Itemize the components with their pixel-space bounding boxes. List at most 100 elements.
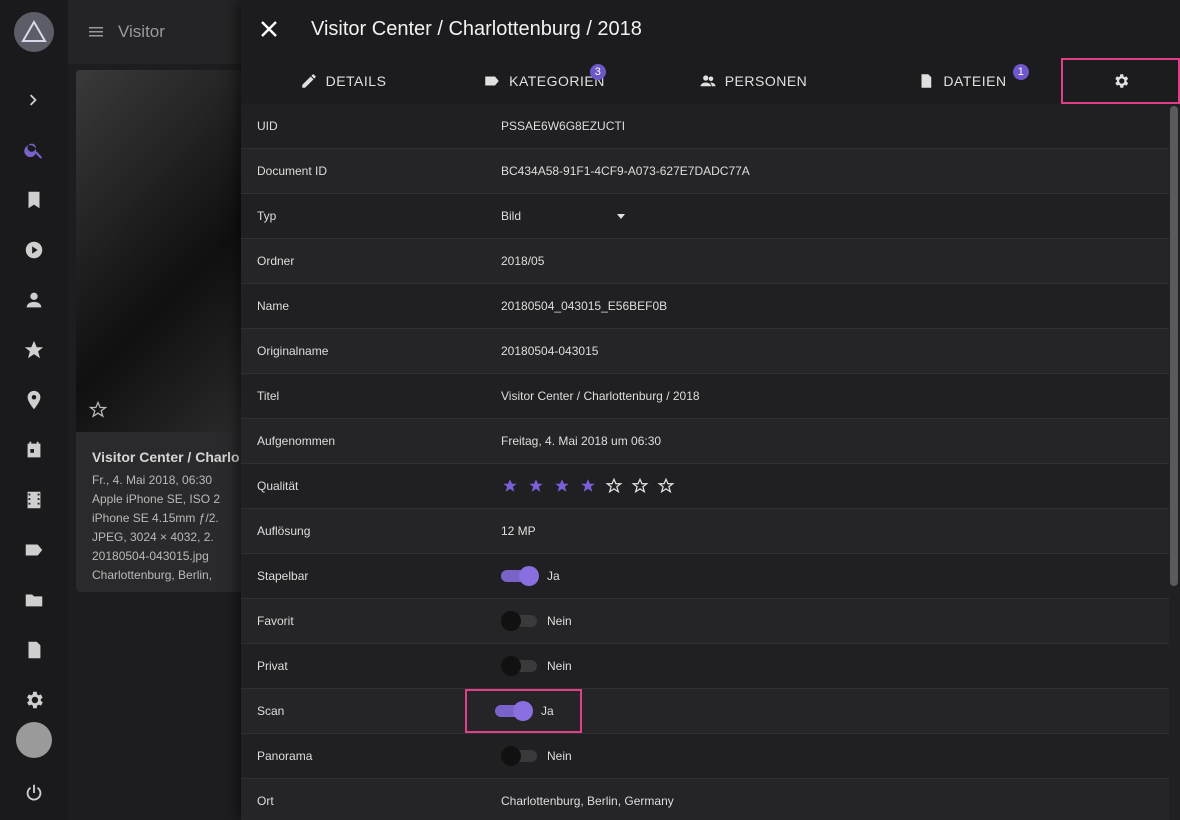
panorama-toggle[interactable]	[501, 746, 539, 766]
scrollbar[interactable]	[1170, 106, 1178, 586]
scan-toggle[interactable]	[495, 701, 533, 721]
photo-thumbnail[interactable]	[76, 70, 248, 432]
star-outline-icon[interactable]	[605, 477, 623, 495]
table-row: Stapelbar Ja	[241, 554, 1169, 599]
card-title: Visitor Center / Charlo	[92, 449, 240, 465]
type-select[interactable]: Bild	[501, 209, 626, 223]
card-info: Visitor Center / Charlo Fr., 4. Mai 2018…	[92, 448, 240, 585]
document-id-value: BC434A58-91F1-4CF9-A073-627E7DADC77A	[501, 164, 750, 178]
table-row: Name 20180504_043015_E56BEF0B	[241, 284, 1169, 329]
table-row: Titel Visitor Center / Charlottenburg / …	[241, 374, 1169, 419]
star-filled-icon[interactable]	[527, 477, 545, 495]
card-line: iPhone SE 4.15mm ƒ/2.	[92, 511, 219, 525]
toggle-label: Ja	[541, 704, 554, 718]
resolution-value: 12 MP	[501, 524, 536, 538]
toolbar-title: Visitor	[118, 22, 165, 41]
folder-value[interactable]: 2018/05	[501, 254, 1169, 268]
originalname-value[interactable]: 20180504-043015	[501, 344, 1169, 358]
film-icon[interactable]	[14, 482, 54, 518]
dialog-header: Visitor Center / Charlottenburg / 2018	[241, 0, 1180, 58]
location-value[interactable]: Charlottenburg, Berlin, Germany	[501, 794, 1169, 808]
table-row: Ordner 2018/05	[241, 239, 1169, 284]
search-toolbar: Visitor	[68, 0, 248, 64]
star-filled-icon[interactable]	[553, 477, 571, 495]
row-key: Qualität	[257, 479, 299, 493]
table-row: Qualität	[241, 464, 1169, 509]
toggle-label: Ja	[547, 569, 560, 583]
person-icon[interactable]	[14, 282, 54, 318]
card-line: Fr., 4. Mai 2018, 06:30	[92, 473, 213, 487]
app-logo[interactable]	[14, 12, 54, 52]
tab-bar: DETAILS KATEGORIEN 3 PERSONEN DATEIEN 1	[241, 58, 1180, 104]
dialog-title: Visitor Center / Charlottenburg / 2018	[311, 17, 642, 40]
settings-gear-icon[interactable]	[14, 682, 54, 718]
table-row: Privat Nein	[241, 644, 1169, 689]
star-filled-icon[interactable]	[501, 477, 519, 495]
edit-dialog: Visitor Center / Charlottenburg / 2018 D…	[241, 0, 1180, 820]
tab-kategorien[interactable]: KATEGORIEN 3	[445, 58, 643, 104]
taken-value[interactable]: Freitag, 4. Mai 2018 um 06:30	[501, 434, 1169, 448]
card-line: 20180504-043015.jpg	[92, 549, 209, 563]
favorite-toggle[interactable]	[501, 611, 539, 631]
row-key: Auflösung	[257, 524, 311, 538]
files-icon[interactable]	[14, 632, 54, 668]
row-key: Typ	[257, 209, 277, 223]
tab-personen[interactable]: PERSONEN	[643, 58, 863, 104]
favorite-star-icon[interactable]	[88, 400, 108, 420]
row-key: Stapelbar	[257, 569, 309, 583]
private-toggle[interactable]	[501, 656, 539, 676]
close-icon[interactable]	[257, 17, 281, 41]
details-table: UID PSSAE6W6G8EZUCTI Document ID BC434A5…	[241, 104, 1169, 820]
card-line: Apple iPhone SE, ISO 2	[92, 492, 221, 506]
star-outline-icon[interactable]	[631, 477, 649, 495]
table-row: Scan Ja	[241, 689, 1169, 734]
table-row: Aufgenommen Freitag, 4. Mai 2018 um 06:3…	[241, 419, 1169, 464]
stackable-toggle[interactable]	[501, 566, 539, 586]
photo-card[interactable]: Visitor Center / Charlo Fr., 4. Mai 2018…	[76, 70, 248, 592]
row-key: Titel	[257, 389, 280, 403]
table-row: Typ Bild	[241, 194, 1169, 239]
toggle-label: Nein	[547, 659, 572, 673]
tab-details[interactable]: DETAILS	[241, 58, 445, 104]
tab-label: DATEIEN	[943, 73, 1007, 89]
toggle-label: Nein	[547, 749, 572, 763]
tab-dateien[interactable]: DATEIEN 1	[863, 58, 1061, 104]
search-icon[interactable]	[14, 132, 54, 168]
chevron-down-icon	[617, 213, 626, 219]
quality-rating[interactable]	[501, 477, 683, 495]
row-key: UID	[257, 119, 278, 133]
expand-chevron-icon[interactable]	[14, 82, 54, 118]
row-key: Privat	[257, 659, 288, 673]
folder-icon[interactable]	[14, 582, 54, 618]
pencil-icon	[301, 74, 316, 88]
calendar-icon[interactable]	[14, 432, 54, 468]
file-icon	[921, 74, 932, 88]
place-icon[interactable]	[14, 382, 54, 418]
row-key: Originalname	[257, 344, 329, 358]
star-icon[interactable]	[14, 332, 54, 368]
name-value[interactable]: 20180504_043015_E56BEF0B	[501, 299, 1169, 313]
star-outline-icon[interactable]	[657, 477, 675, 495]
tab-label: PERSONEN	[724, 73, 808, 89]
table-row: Document ID BC434A58-91F1-4CF9-A073-627E…	[241, 149, 1169, 194]
table-row: UID PSSAE6W6G8EZUCTI	[241, 104, 1169, 149]
star-filled-icon[interactable]	[579, 477, 597, 495]
row-key: Ordner	[257, 254, 295, 268]
bookmark-icon[interactable]	[14, 182, 54, 218]
filter-icon[interactable]	[88, 24, 104, 40]
table-row: Panorama Nein	[241, 734, 1169, 779]
sidebar	[0, 0, 68, 820]
tab-advanced[interactable]	[1061, 58, 1180, 104]
power-icon[interactable]	[14, 775, 54, 811]
uid-value: PSSAE6W6G8EZUCTI	[501, 119, 626, 133]
category-count-badge: 3	[590, 64, 606, 80]
avatar[interactable]	[16, 722, 52, 758]
card-line: Charlottenburg, Berlin,	[92, 568, 213, 582]
title-value[interactable]: Visitor Center / Charlottenburg / 2018	[501, 389, 1169, 403]
row-key: Name	[257, 299, 290, 313]
label-icon[interactable]	[14, 532, 54, 568]
type-select-value: Bild	[501, 209, 522, 223]
row-key: Ort	[257, 794, 274, 808]
play-icon[interactable]	[14, 232, 54, 268]
label-icon	[485, 76, 499, 86]
